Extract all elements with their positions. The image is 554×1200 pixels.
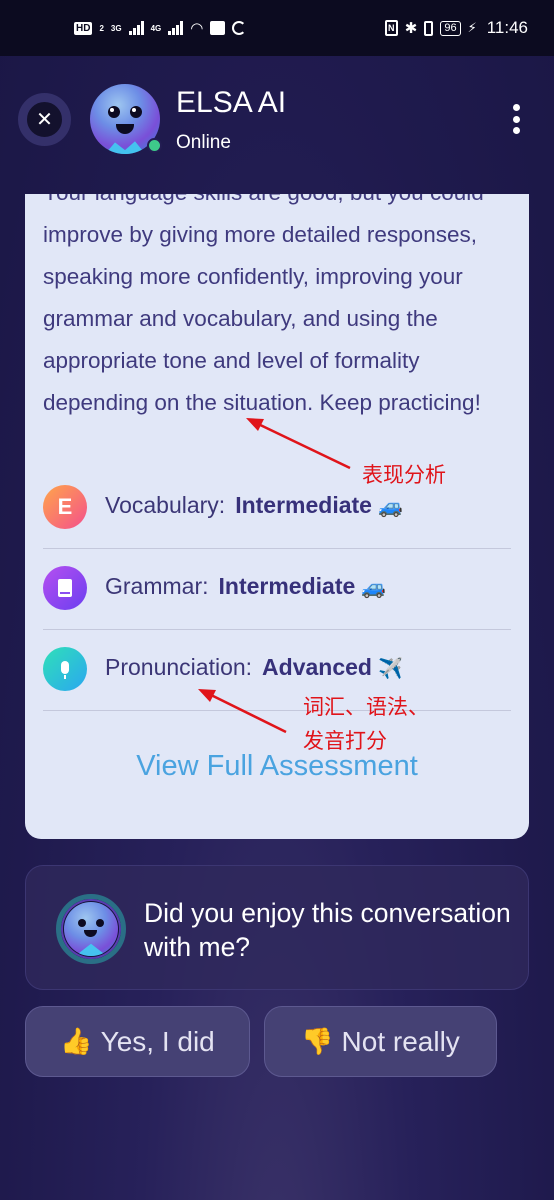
skill-label: Grammar:: [105, 573, 209, 599]
network-3g-label: 3G: [110, 23, 122, 33]
feedback-text: Your language skills are good, but you c…: [43, 194, 484, 415]
feedback-question: Did you enjoy this conversation with me?: [144, 898, 511, 962]
hd-icon: HD: [74, 21, 93, 35]
vibrate-icon: [424, 20, 434, 36]
yes-button-label: Yes, I did: [100, 1025, 215, 1057]
skill-label: Pronunciation:: [105, 654, 253, 680]
microphone-icon: [43, 647, 87, 691]
online-status-dot: [147, 138, 162, 153]
thumbs-down-icon: 👎: [301, 1026, 334, 1056]
status-bar: HD 2 3G 4G ◠ N ✱ 96 ⚡ 11:46: [0, 0, 554, 56]
network-4g-label: 4G: [150, 23, 162, 33]
annotation-scoring-line1: 词汇、语法、: [303, 695, 429, 719]
battery-icon: 96: [440, 20, 461, 36]
skill-row-grammar: Grammar: Intermediate 🚙: [43, 549, 511, 630]
skill-level: Intermediate: [218, 573, 356, 599]
feedback-prompt-card: Did you enjoy this conversation with me?: [25, 865, 529, 990]
car-icon: 🚙: [377, 496, 403, 518]
more-vertical-icon: [512, 104, 520, 111]
assessment-card: Your language skills are good, but you c…: [25, 194, 529, 839]
annotation-scoring-line2: 发音打分: [303, 729, 387, 753]
more-options-button[interactable]: [508, 104, 524, 134]
sync-icon: [232, 21, 247, 35]
car-icon: 🚙: [361, 577, 387, 599]
sim-label: 2: [99, 23, 104, 33]
no-button[interactable]: 👎 Not really: [264, 1006, 497, 1077]
bot-name: ELSA AI: [176, 86, 287, 119]
skill-row-pronunciation: Pronunciation: Advanced ✈️: [43, 630, 511, 711]
status-bar-left: HD 2 3G 4G ◠: [74, 19, 247, 37]
charging-icon: ⚡: [467, 20, 477, 35]
online-status: Online: [176, 132, 231, 153]
book-icon: [43, 566, 87, 610]
thumbs-up-icon: 👍: [60, 1026, 93, 1056]
skill-level: Intermediate: [235, 492, 372, 518]
skill-label: Vocabulary:: [105, 492, 226, 518]
letter-e-icon: E: [43, 485, 87, 529]
bluetooth-icon: ✱: [404, 20, 418, 37]
close-button[interactable]: ✕: [18, 93, 71, 146]
wifi-icon: ◠: [190, 20, 204, 37]
airplane-icon: ✈️: [377, 658, 403, 680]
signal-4g-icon: [168, 21, 184, 35]
annotation-performance-analysis: 表现分析: [362, 463, 446, 487]
status-bar-right: N ✱ 96 ⚡ 11:46: [384, 18, 528, 38]
skill-level: Advanced: [262, 654, 372, 680]
yes-button[interactable]: 👍 Yes, I did: [25, 1006, 250, 1077]
no-button-label: Not really: [341, 1025, 460, 1057]
signal-3g-icon: [128, 21, 144, 35]
elsa-avatar-small: [56, 894, 126, 964]
nfc-icon: N: [384, 20, 398, 36]
chat-header: ✕ ELSA AI Online: [0, 70, 554, 180]
view-full-assessment-link[interactable]: View Full Assessment: [25, 750, 529, 783]
clock: 11:46: [486, 18, 528, 37]
gallery-icon: [210, 21, 226, 35]
close-icon: ✕: [36, 109, 53, 131]
